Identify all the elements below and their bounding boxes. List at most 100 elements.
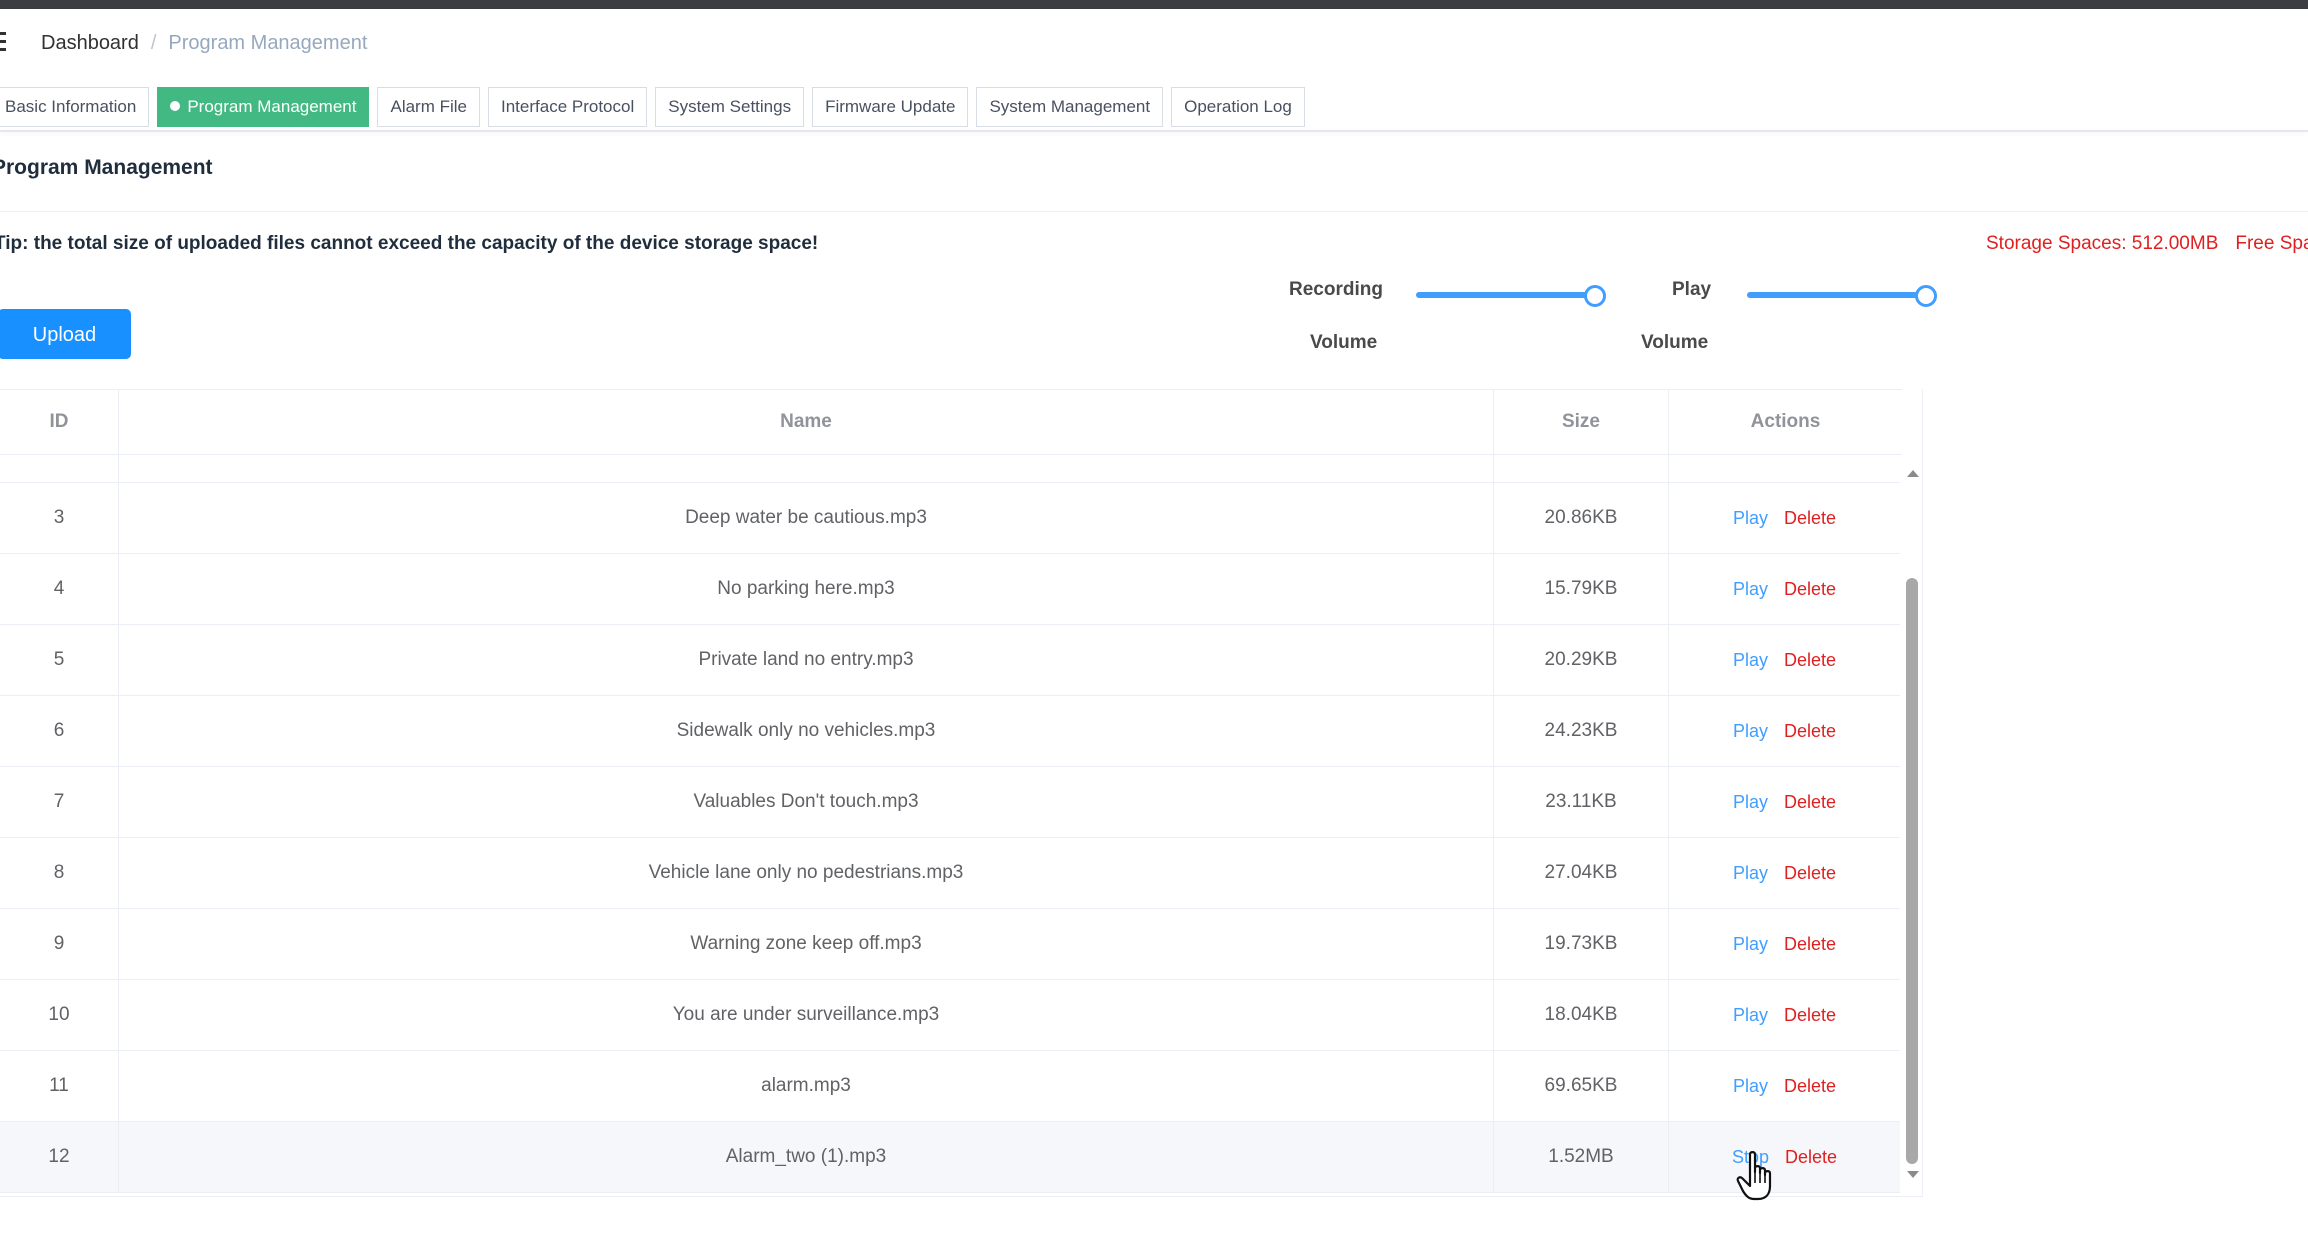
delete-button[interactable]: Delete [1784,1076,1836,1096]
slider-fill [1416,292,1594,298]
tab-program-management[interactable]: Program Management [157,87,370,127]
cell-size: 23.11KB [1494,767,1669,837]
play-button[interactable]: Play [1733,792,1768,812]
cell-actions: Play Delete [1669,1051,1900,1121]
storage-info: Storage Spaces: 512.00MB Free Space [1986,233,2308,255]
table-row: 5 Private land no entry.mp3 20.29KB Play… [0,625,1900,696]
upload-button[interactable]: Upload [0,309,131,359]
cell-name: No parking here.mp3 [119,554,1494,624]
cell-name: Alarm_two (1).mp3 [119,1122,1494,1192]
cell-name: Private land no entry.mp3 [119,625,1494,695]
tab-system-management[interactable]: System Management [976,87,1164,127]
cell-size: 24.23KB [1494,696,1669,766]
tag-view-tabs: Basic Information Program Management Ala… [0,87,1305,127]
table-rows: 3 Deep water be cautious.mp3 20.86KB Pla… [0,454,1900,1193]
recording-volume-slider[interactable] [1416,285,1606,307]
play-button[interactable]: Play [1733,650,1768,670]
cell-name: Sidewalk only no vehicles.mp3 [119,696,1494,766]
slider-thumb[interactable] [1584,285,1606,307]
play-button[interactable]: Play [1733,863,1768,883]
cell-actions: Play Delete [1669,909,1900,979]
play-button[interactable]: Play [1733,579,1768,599]
delete-button[interactable]: Delete [1784,863,1836,883]
hamburger-menu-icon[interactable] [0,32,8,52]
table-row: 9 Warning zone keep off.mp3 19.73KB Play… [0,909,1900,980]
free-space: Free Space [2235,233,2308,254]
table-row: 12 Alarm_two (1).mp3 1.52MB Stop Delete [0,1122,1900,1193]
cell-id [0,454,119,482]
play-button[interactable]: Play [1733,721,1768,741]
delete-button[interactable]: Delete [1784,579,1836,599]
cell-actions: Play Delete [1669,980,1900,1050]
table-scrollbar[interactable] [1902,454,1922,1196]
tab-alarm-file[interactable]: Alarm File [377,87,480,127]
cell-size: 1.52MB [1494,1122,1669,1192]
cell-id: 11 [0,1051,119,1121]
stop-button[interactable]: Stop [1732,1147,1769,1167]
cell-id: 10 [0,980,119,1050]
play-button[interactable]: Play [1733,1005,1768,1025]
tab-system-settings[interactable]: System Settings [655,87,805,127]
cell-actions: Play Delete [1669,483,1900,553]
column-header-name[interactable]: Name [119,390,1494,454]
column-header-actions: Actions [1750,411,1821,432]
storage-tip: Tip: the total size of uploaded files ca… [0,233,819,254]
breadcrumb: Dashboard / Program Management [41,28,367,58]
slider-fill [1747,292,1925,298]
storage-spaces: Storage Spaces: 512.00MB [1986,233,2219,254]
table-row: 4 No parking here.mp3 15.79KB Play Delete [0,554,1900,625]
cell-actions: Play Delete [1669,554,1900,624]
cell-id: 7 [0,767,119,837]
recording-volume-label-line1: Recording [1289,279,1383,300]
cell-size: 20.29KB [1494,625,1669,695]
table-row: 11 alarm.mp3 69.65KB Play Delete [0,1051,1900,1122]
delete-button[interactable]: Delete [1784,1005,1836,1025]
cell-actions: Play Delete [1669,625,1900,695]
window-top-bar [0,0,2308,9]
cell-size: 27.04KB [1494,838,1669,908]
delete-button[interactable]: Delete [1784,934,1836,954]
tabs-divider [0,130,2308,132]
active-dot-icon [170,101,181,111]
play-button[interactable]: Play [1733,1076,1768,1096]
cell-id: 3 [0,483,119,553]
scroll-up-arrow-icon[interactable] [1907,470,1919,477]
table-body[interactable]: 3 Deep water be cautious.mp3 20.86KB Pla… [0,454,1900,1196]
cell-size: 20.86KB [1494,483,1669,553]
delete-button[interactable]: Delete [1784,721,1836,741]
play-volume-label-line1: Play [1672,279,1712,300]
cell-name: alarm.mp3 [119,1051,1494,1121]
tab-basic-information[interactable]: Basic Information [0,87,150,127]
breadcrumb-separator: / [150,32,157,54]
scrollbar-thumb[interactable] [1906,578,1918,1164]
column-header-size[interactable]: Size [1494,390,1669,454]
cell-id: 8 [0,838,119,908]
play-button[interactable]: Play [1733,934,1768,954]
play-volume-slider[interactable] [1747,285,1937,307]
cell-actions: Play Delete [1669,838,1900,908]
tab-interface-protocol[interactable]: Interface Protocol [488,87,648,127]
slider-thumb[interactable] [1915,285,1937,307]
tab-firmware-update[interactable]: Firmware Update [812,87,969,127]
breadcrumb-current: Program Management [168,32,368,54]
title-divider [0,211,2308,212]
breadcrumb-dashboard-link[interactable]: Dashboard [41,32,139,54]
cell-id: 5 [0,625,119,695]
cell-size: 69.65KB [1494,1051,1669,1121]
table-row: 3 Deep water be cautious.mp3 20.86KB Pla… [0,483,1900,554]
delete-button[interactable]: Delete [1784,650,1836,670]
tab-operation-log[interactable]: Operation Log [1171,87,1305,127]
table-row: 10 You are under surveillance.mp3 18.04K… [0,980,1900,1051]
delete-button[interactable]: Delete [1784,792,1836,812]
cell-name [119,454,1494,482]
delete-button[interactable]: Delete [1785,1147,1837,1167]
column-header-id[interactable]: ID [0,390,119,454]
cell-size: 18.04KB [1494,980,1669,1050]
scroll-down-arrow-icon[interactable] [1907,1171,1919,1178]
cell-size: 19.73KB [1494,909,1669,979]
recording-volume-label-line2: Volume [1310,332,1378,353]
cell-actions: Play Delete [1669,696,1900,766]
delete-button[interactable]: Delete [1784,508,1836,528]
cell-name: Warning zone keep off.mp3 [119,909,1494,979]
play-button[interactable]: Play [1733,508,1768,528]
